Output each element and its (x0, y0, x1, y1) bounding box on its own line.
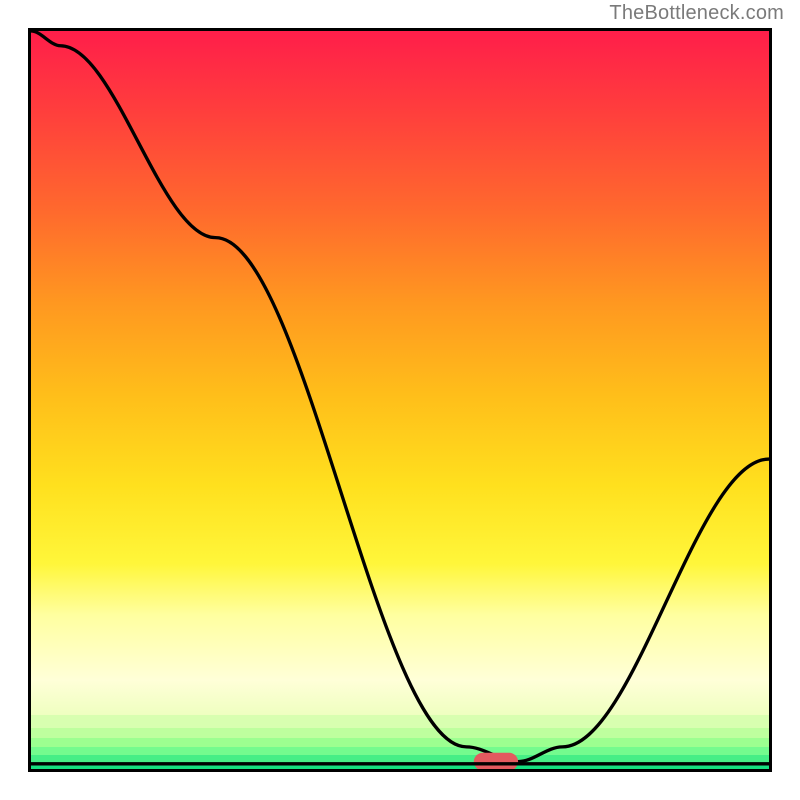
chart-curve-svg (31, 31, 769, 769)
watermark-text: TheBottleneck.com (609, 2, 784, 25)
chart-plot-area (28, 28, 772, 772)
optimal-marker (474, 753, 518, 769)
bottleneck-curve (31, 31, 769, 762)
